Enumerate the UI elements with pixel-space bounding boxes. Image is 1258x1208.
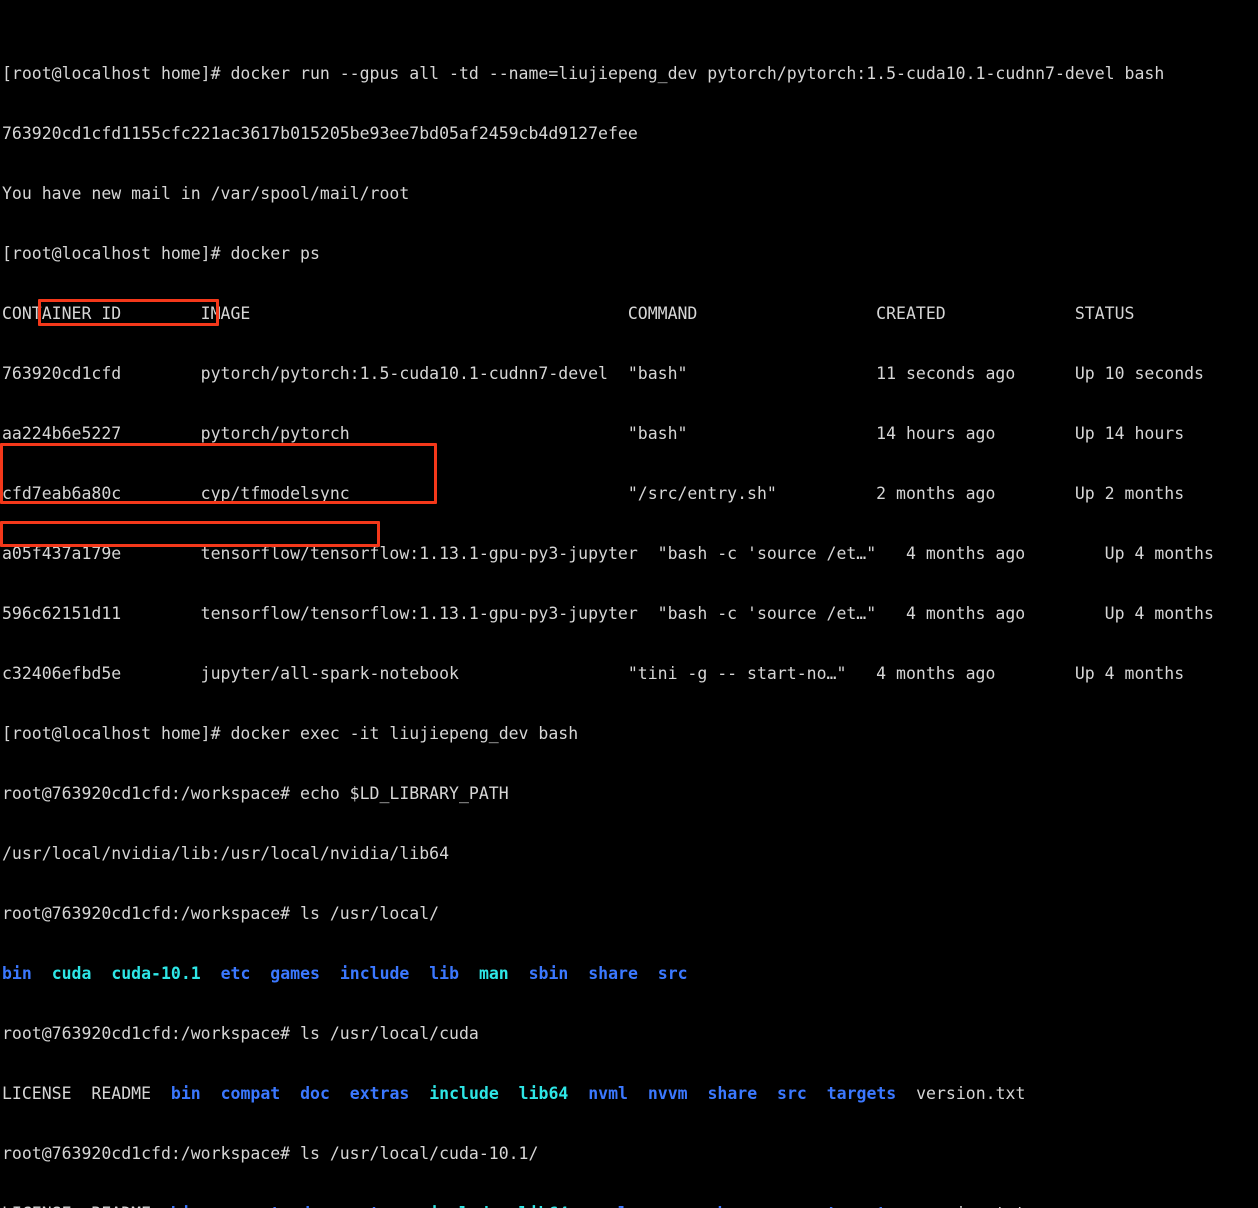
docker-ps-row-6: c32406efbd5e jupyter/all-spark-notebook … — [2, 664, 1185, 683]
docker-ps-row-1: 763920cd1cfd pytorch/pytorch:1.5-cuda10.… — [2, 364, 1204, 383]
ls-entry-cuda-include: include — [429, 1084, 499, 1103]
ls-entry-cuda101-lib64: lib64 — [519, 1204, 569, 1208]
ls-gap — [330, 1084, 350, 1103]
ls-output-usr-local: bin cuda cuda-10.1 etc games include lib… — [2, 964, 1258, 984]
ls-entry-cuda101-README: README — [91, 1204, 151, 1208]
ls-entry-cuda-version.txt: version.txt — [916, 1084, 1026, 1103]
ls-entry-cuda-share: share — [707, 1084, 758, 1103]
terminal-line-command-ls-cuda: root@763920cd1cfd:/workspace# ls /usr/lo… — [2, 1024, 479, 1043]
ls-gap — [896, 1084, 916, 1103]
ls-gap — [628, 1084, 648, 1103]
terminal-line-command-ls-cuda101: root@763920cd1cfd:/workspace# ls /usr/lo… — [2, 1144, 539, 1163]
ls-entry-cuda-nvml: nvml — [588, 1084, 628, 1103]
ls-entry-usrlocal-etc: etc — [220, 964, 251, 983]
ls-entry-cuda-targets: targets — [826, 1084, 897, 1103]
ls-entry-cuda101-version.txt: version.txt — [916, 1204, 1025, 1208]
ls-gap — [72, 1084, 92, 1103]
ls-entry-cuda101-LICENSE: LICENSE — [2, 1204, 72, 1208]
ls-gap — [896, 1204, 916, 1208]
ls-gap — [72, 1204, 92, 1208]
ls-output-cuda-10-1: LICENSE README bin compat doc extras inc… — [2, 1204, 1258, 1208]
ls-entry-cuda101-include: include — [429, 1204, 499, 1208]
ls-entry-cuda101-doc: doc — [300, 1204, 330, 1208]
ls-gap — [688, 1084, 708, 1103]
ls-entry-cuda101-compat: compat — [221, 1204, 281, 1208]
ls-entry-cuda-extras: extras — [349, 1084, 410, 1103]
terminal-line-command-docker-ps: [root@localhost home]# docker ps — [2, 244, 320, 263]
ls-gap — [201, 964, 221, 983]
ls-entry-cuda101-bin: bin — [171, 1204, 201, 1208]
ls-gap — [757, 1204, 777, 1208]
ls-gap — [807, 1204, 827, 1208]
ls-gap — [807, 1084, 827, 1103]
ls-entry-cuda-LICENSE: LICENSE — [2, 1084, 72, 1103]
ls-output-cuda: LICENSE README bin compat doc extras inc… — [2, 1084, 1258, 1104]
ls-entry-usrlocal-lib: lib — [429, 964, 460, 983]
ls-gap — [91, 964, 111, 983]
ls-entry-cuda-compat: compat — [220, 1084, 281, 1103]
ls-entry-usrlocal-src: src — [657, 964, 688, 983]
ls-entry-usrlocal-cuda-10.1: cuda-10.1 — [111, 964, 201, 983]
terminal-line-command-ls-usr-local: root@763920cd1cfd:/workspace# ls /usr/lo… — [2, 904, 440, 923]
ls-entry-usrlocal-man: man — [478, 964, 509, 983]
terminal-line-command-docker-exec: [root@localhost home]# docker exec -it l… — [2, 724, 579, 743]
ls-gap — [151, 1204, 171, 1208]
ls-entry-cuda101-nvml: nvml — [588, 1204, 628, 1208]
ls-entry-usrlocal-sbin: sbin — [528, 964, 569, 983]
ls-entry-usrlocal-include: include — [339, 964, 410, 983]
ls-entry-cuda101-src: src — [777, 1204, 807, 1208]
terminal-line-command-echo-ldpath: root@763920cd1cfd:/workspace# echo $LD_L… — [2, 784, 509, 803]
ls-gap — [568, 964, 588, 983]
ls-gap — [509, 964, 529, 983]
terminal-line-container-id-output: 763920cd1cfd1155cfc221ac3617b015205be93e… — [2, 124, 638, 143]
ls-entry-usrlocal-share: share — [588, 964, 638, 983]
ls-entry-cuda-README: README — [91, 1084, 152, 1103]
ls-gap — [499, 1084, 519, 1103]
terminal-line-ldpath-output: /usr/local/nvidia/lib:/usr/local/nvidia/… — [2, 844, 450, 863]
ls-entry-cuda101-targets: targets — [827, 1204, 897, 1208]
terminal-line-mail-notice: You have new mail in /var/spool/mail/roo… — [2, 184, 410, 203]
ls-entry-cuda-bin: bin — [170, 1084, 201, 1103]
ls-gap — [688, 1204, 708, 1208]
docker-ps-row-4: a05f437a179e tensorflow/tensorflow:1.13.… — [2, 544, 1214, 563]
ls-entry-cuda-src: src — [777, 1084, 807, 1103]
ls-entry-cuda-nvvm: nvvm — [647, 1084, 688, 1103]
ls-gap — [628, 1204, 648, 1208]
ls-gap — [280, 1204, 300, 1208]
ls-entry-usrlocal-games: games — [270, 964, 320, 983]
ls-gap — [568, 1084, 588, 1103]
ls-entry-usrlocal-bin: bin — [2, 964, 32, 983]
ls-entry-cuda-lib64: lib64 — [518, 1084, 569, 1103]
ls-entry-cuda101-extras: extras — [350, 1204, 410, 1208]
ls-gap — [757, 1084, 777, 1103]
terminal-line-command-docker-run: [root@localhost home]# docker run --gpus… — [2, 64, 1165, 83]
ls-entry-cuda101-nvvm: nvvm — [648, 1204, 688, 1208]
docker-ps-row-5: 596c62151d11 tensorflow/tensorflow:1.13.… — [2, 604, 1214, 623]
ls-gap — [409, 1204, 429, 1208]
docker-ps-row-2: aa224b6e5227 pytorch/pytorch "bash" 14 h… — [2, 424, 1185, 443]
ls-gap — [499, 1204, 519, 1208]
ls-gap — [330, 1204, 350, 1208]
ls-gap — [201, 1084, 221, 1103]
ls-gap — [320, 964, 340, 983]
ls-gap — [568, 1204, 588, 1208]
ls-gap — [459, 964, 479, 983]
ls-gap — [409, 964, 429, 983]
ls-entry-usrlocal-cuda: cuda — [51, 964, 92, 983]
ls-gap — [201, 1204, 221, 1208]
docker-ps-row-3: cfd7eab6a80c cyp/tfmodelsync "/src/entry… — [2, 484, 1185, 503]
ls-gap — [280, 1084, 300, 1103]
ls-gap — [409, 1084, 429, 1103]
ls-entry-cuda-doc: doc — [300, 1084, 330, 1103]
docker-ps-header-row: CONTAINER ID IMAGE COMMAND CREATED STATU… — [2, 304, 1135, 323]
ls-gap — [250, 964, 270, 983]
ls-gap — [32, 964, 52, 983]
ls-gap — [151, 1084, 171, 1103]
ls-gap — [638, 964, 658, 983]
ls-entry-cuda101-share: share — [707, 1204, 757, 1208]
terminal-window[interactable]: [root@localhost home]# docker run --gpus… — [0, 0, 1258, 1208]
